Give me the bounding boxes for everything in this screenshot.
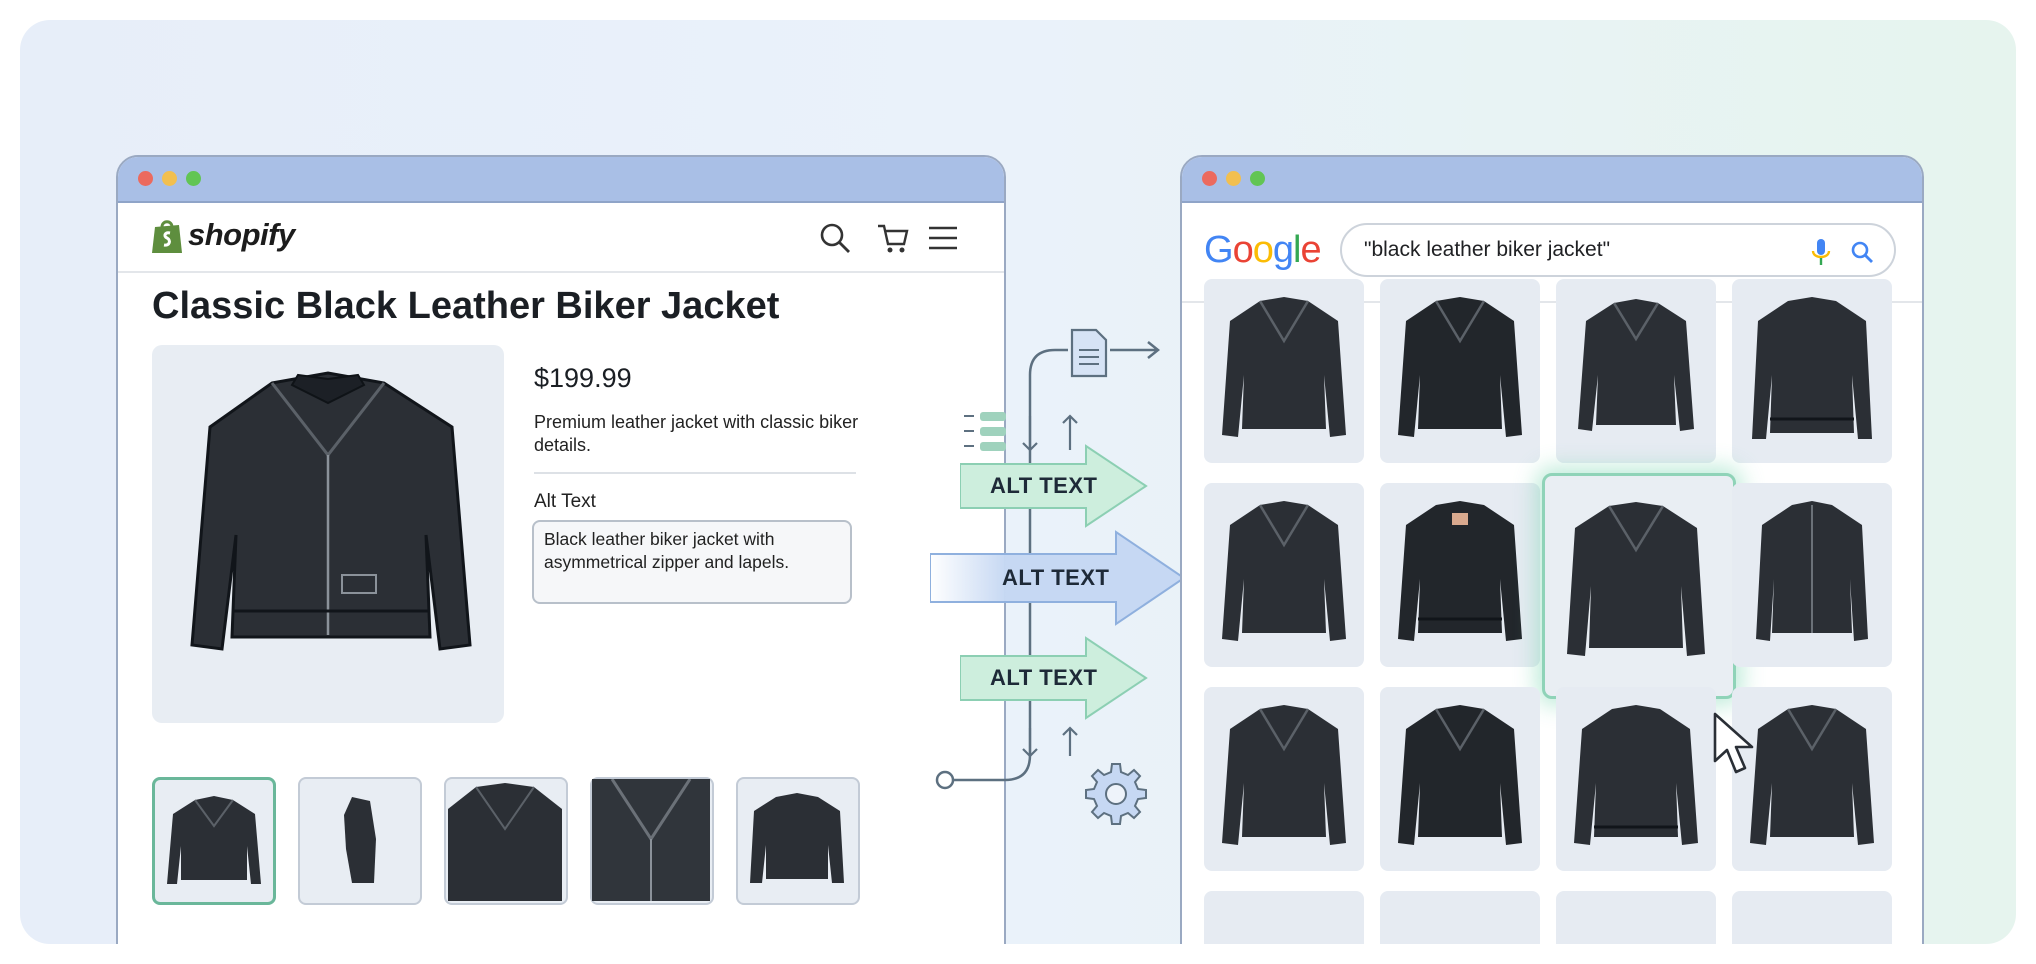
- illustration-canvas: shopify Classic Black Leather Biker Jack…: [20, 20, 2016, 944]
- image-result[interactable]: [1732, 483, 1892, 667]
- image-result[interactable]: [1732, 279, 1892, 463]
- product-description: Premium leather jacket with classic bike…: [534, 412, 859, 455]
- document-icon: [1070, 328, 1108, 378]
- minimize-dot[interactable]: [1226, 171, 1241, 186]
- arrow-label: ALT TEXT: [1002, 565, 1110, 590]
- shopify-logo-text[interactable]: shopify: [188, 217, 295, 253]
- jacket-result-image: [1222, 297, 1346, 437]
- jacket-result-image: [1756, 501, 1868, 641]
- alt-text-arrow-middle: ALT TEXT: [930, 530, 1186, 626]
- mic-icon[interactable]: [1810, 237, 1832, 267]
- window-titlebar: [1182, 157, 1922, 203]
- thumbnail-collar[interactable]: [590, 777, 714, 905]
- search-bar[interactable]: "black leather biker jacket": [1340, 223, 1896, 277]
- product-main-image[interactable]: [152, 345, 504, 723]
- image-result[interactable]: [1380, 891, 1540, 944]
- jacket-thumbnail-image: [750, 793, 844, 883]
- jacket-result-image: [1567, 502, 1705, 656]
- cart-icon[interactable]: [876, 221, 910, 255]
- jacket-result-image: [1222, 501, 1346, 641]
- image-result[interactable]: [1380, 279, 1540, 463]
- alt-text-arrow-bottom: ALT TEXT: [960, 636, 1148, 720]
- search-query-text[interactable]: "black leather biker jacket": [1364, 238, 1610, 262]
- image-result[interactable]: [1556, 279, 1716, 463]
- jacket-result-image: [1752, 297, 1872, 439]
- image-result-selected[interactable]: [1542, 473, 1736, 699]
- jacket-thumbnail-image: [592, 779, 710, 901]
- thumbnail-front[interactable]: [152, 777, 276, 905]
- jacket-result-image: [1578, 299, 1694, 431]
- jacket-thumbnail-image: [167, 796, 261, 884]
- image-result[interactable]: [1204, 687, 1364, 871]
- arrow-label: ALT TEXT: [990, 473, 1098, 498]
- section-divider: [534, 472, 856, 474]
- jacket-result-image: [1222, 705, 1346, 845]
- shop-header: shopify: [118, 203, 1004, 273]
- jacket-result-image: [1574, 705, 1698, 845]
- product-title: Classic Black Leather Biker Jacket: [152, 285, 780, 327]
- google-logo[interactable]: Google: [1204, 229, 1322, 272]
- shopify-bag-icon: [152, 220, 182, 253]
- image-result[interactable]: [1380, 687, 1540, 871]
- shopify-browser-window: shopify Classic Black Leather Biker Jack…: [116, 155, 1006, 944]
- product-price: $199.99: [534, 363, 632, 393]
- close-dot[interactable]: [138, 171, 153, 186]
- image-result[interactable]: [1204, 483, 1364, 667]
- jacket-image: [190, 371, 472, 651]
- thumbnail-closeup[interactable]: [444, 777, 568, 905]
- image-result[interactable]: [1204, 279, 1364, 463]
- window-titlebar: [118, 157, 1004, 203]
- close-dot[interactable]: [1202, 171, 1217, 186]
- alt-text-field[interactable]: Black leather biker jacket with asymmetr…: [532, 520, 852, 604]
- search-icon[interactable]: [1850, 240, 1874, 264]
- maximize-dot[interactable]: [1250, 171, 1265, 186]
- arrow-label: ALT TEXT: [990, 665, 1098, 690]
- minimize-dot[interactable]: [162, 171, 177, 186]
- image-result[interactable]: [1556, 687, 1716, 871]
- search-icon[interactable]: [818, 221, 852, 255]
- menu-icon[interactable]: [926, 221, 960, 255]
- jacket-result-image: [1398, 705, 1522, 845]
- image-result[interactable]: [1204, 891, 1364, 944]
- alt-text-label: Alt Text: [534, 491, 596, 512]
- jacket-result-image: [1398, 501, 1522, 641]
- maximize-dot[interactable]: [186, 171, 201, 186]
- thumbnail-side[interactable]: [298, 777, 422, 905]
- jacket-result-image: [1398, 297, 1522, 437]
- image-result[interactable]: [1732, 891, 1892, 944]
- jacket-thumbnail-image: [448, 783, 562, 901]
- alt-text-arrow-top: ALT TEXT: [960, 444, 1148, 528]
- image-result[interactable]: [1380, 483, 1540, 667]
- thumbnail-back[interactable]: [736, 777, 860, 905]
- cursor-icon: [1713, 712, 1754, 774]
- google-browser-window: Google "black leather biker jacket": [1180, 155, 1924, 944]
- gear-icon: [1085, 763, 1147, 825]
- image-result[interactable]: [1556, 891, 1716, 944]
- jacket-thumbnail-image: [344, 797, 376, 883]
- up-down-arrows-icon: [1022, 726, 1078, 758]
